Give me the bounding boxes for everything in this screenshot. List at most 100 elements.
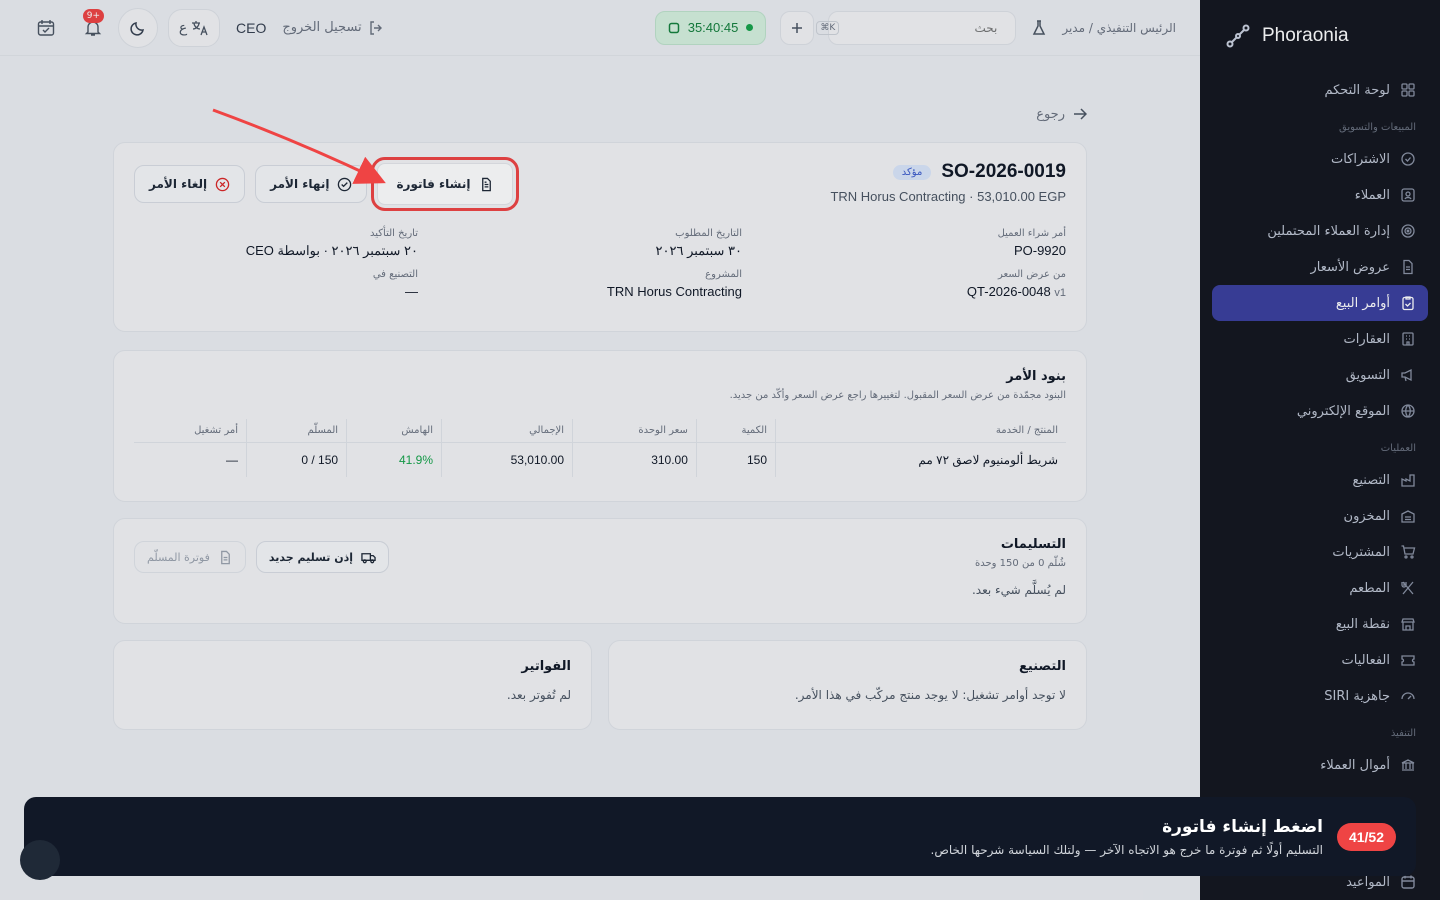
sidebar-item-7[interactable]: العقارات: [1212, 321, 1428, 357]
sidebar-item-6[interactable]: أوامر البيع: [1212, 285, 1428, 321]
meta-field: المشروع TRN Horus Contracting: [458, 269, 742, 299]
empty-state: لم تُفوتر بعد.: [506, 688, 571, 702]
clipboard-icon: [1402, 296, 1414, 311]
sidebar-item-5[interactable]: عروض الأسعار: [1212, 249, 1428, 285]
assistant-button[interactable]: [20, 840, 60, 880]
column-header: المسلّم: [246, 419, 347, 443]
add-button[interactable]: [780, 10, 815, 45]
timer-status-dot: [746, 24, 754, 31]
create-invoice-label: إنشاء فاتورة: [396, 177, 471, 191]
meta-key: التاريخ المطلوب: [675, 228, 742, 239]
sidebar-item-14[interactable]: المطعم: [1212, 570, 1428, 606]
meta-value-text: PO-9920: [1013, 243, 1066, 258]
brand[interactable]: Phoraonia: [1200, 0, 1440, 72]
sidebar-item-9[interactable]: الموقع الإلكتروني: [1212, 393, 1428, 429]
section-subtitle: البنود مجمّدة من عرض السعر المقبول. لتغي…: [729, 390, 1066, 401]
sidebar-item-label: إدارة العملاء المحتملين: [1267, 223, 1390, 239]
translate-icon: [192, 20, 208, 35]
cancel-order-button[interactable]: إلغاء الأمر: [134, 165, 246, 203]
new-delivery-button[interactable]: إذن تسليم جديد: [255, 541, 390, 573]
shortcut-hint: K⌘: [816, 20, 840, 35]
invoices-card: الفواتير لم تُفوتر بعد.: [113, 640, 592, 730]
globe-icon: [1401, 404, 1415, 418]
meta-value-text: QT-2026-0048: [966, 284, 1051, 299]
sidebar-item-2[interactable]: الاشتراكات: [1212, 141, 1428, 177]
status-badge: مؤكد: [892, 164, 932, 180]
sidebar-item-17[interactable]: جاهزية SIRI: [1212, 678, 1428, 714]
sidebar-item-15[interactable]: نقطة البيع: [1212, 606, 1428, 642]
order-lines-table: المنتج / الخدمة الكمية سعر الوحدة الإجمالي ا…: [134, 419, 1066, 477]
logout-button[interactable]: تسجيل الخروج: [282, 20, 383, 36]
language-label: ع: [178, 19, 188, 36]
sidebar: Phoraonia لوحة التحكم المبيعات والتسويق ال…: [1200, 0, 1440, 900]
sidebar-item-label: الفعاليات: [1341, 652, 1390, 668]
file-icon: [220, 550, 230, 564]
order-actions: إلغاء الأمر إنهاء الأمر إنشاء فاتورة: [134, 157, 519, 211]
timer-widget[interactable]: 35:40:45: [654, 10, 767, 45]
sidebar-item-label: جاهزية SIRI: [1324, 688, 1390, 704]
sidebar-item-3[interactable]: العملاء: [1212, 177, 1428, 213]
meta-value: TRN Horus Contracting: [458, 284, 742, 299]
sidebar-item-11[interactable]: التصنيع: [1212, 462, 1428, 498]
arrow-right-icon: [1074, 108, 1087, 120]
check-circle-icon: [338, 177, 352, 191]
sidebar-item-16[interactable]: الفعاليات: [1212, 642, 1428, 678]
logo-icon: [1226, 24, 1250, 48]
back-link[interactable]: رجوع: [113, 104, 1087, 124]
sidebar-item-13[interactable]: المشتريات: [1212, 534, 1428, 570]
table-row[interactable]: شريط ألومنيوم لاصق ٧٢ مم 150 310.00 53,010.…: [134, 442, 1066, 477]
sidebar-nav: لوحة التحكم المبيعات والتسويق الاشتراكات ال…: [1200, 72, 1440, 783]
notifications-badge: +9: [82, 8, 104, 23]
breadcrumb: الرئيس التنفيذي / مدير: [1062, 20, 1176, 35]
sidebar-item-8[interactable]: التسويق: [1212, 357, 1428, 393]
calendar-icon: [1401, 875, 1415, 889]
brand-name: Phoraonia: [1262, 25, 1349, 46]
user-name[interactable]: CEO: [236, 20, 266, 36]
column-header: سعر الوحدة: [572, 419, 697, 443]
create-invoice-button[interactable]: إنشاء فاتورة: [371, 157, 519, 211]
search-input[interactable]: [847, 20, 998, 35]
sidebar-item-label: المخزون: [1343, 508, 1390, 524]
file-icon: [1403, 259, 1413, 275]
column-header: الهامش: [346, 419, 442, 443]
meta-value: ٢٠ سبتمبر ٢٠٢٦ · بواسطة CEO: [134, 243, 418, 259]
sidebar-item-label: التصنيع: [1352, 472, 1390, 488]
sidebar-item-0[interactable]: لوحة التحكم: [1212, 72, 1428, 108]
moon-icon: [130, 21, 144, 36]
factory-icon: [1401, 474, 1415, 487]
flask-icon[interactable]: [1030, 19, 1048, 37]
grid-icon: [1401, 83, 1415, 97]
sidebar-group-label: العمليات: [1380, 443, 1416, 454]
column-header: المنتج / الخدمة: [775, 419, 1066, 443]
file-text-icon: [481, 177, 491, 191]
sidebar-item-4[interactable]: إدارة العملاء المحتملين: [1212, 213, 1428, 249]
meta-key: أمر شراء العميل: [997, 228, 1066, 239]
sidebar-item-19[interactable]: أموال العملاء: [1212, 747, 1428, 783]
meta-value-text: ٢٠ سبتمبر ٢٠٢٦ · بواسطة CEO: [245, 243, 418, 258]
sidebar-item-label: العملاء: [1354, 187, 1390, 203]
timer-value: 35:40:45: [687, 20, 739, 35]
search-box[interactable]: K⌘: [816, 10, 1017, 45]
contacts-icon: [1401, 188, 1415, 202]
empty-state: لم يُسلَّم شيء بعد.: [971, 583, 1066, 597]
notifications-button[interactable]: +9: [78, 8, 108, 45]
gauge-icon: [1401, 692, 1415, 700]
sidebar-item-label: المشتريات: [1332, 544, 1390, 560]
finish-order-button[interactable]: إنهاء الأمر: [255, 165, 368, 203]
bank-icon: [1401, 759, 1415, 771]
column-header: الإجمالي: [441, 419, 573, 443]
invoice-delivered-button[interactable]: فوترة المسلّم: [134, 541, 246, 573]
logout-icon: [369, 20, 382, 35]
sidebar-item-label: عروض الأسعار: [1310, 259, 1391, 275]
language-toggle[interactable]: ع: [168, 8, 220, 47]
table-cell: 53,010.00: [441, 442, 573, 477]
new-delivery-label: إذن تسليم جديد: [268, 550, 354, 564]
sidebar-item-12[interactable]: المخزون: [1212, 498, 1428, 534]
column-header: الكمية: [695, 419, 776, 443]
calendar-check-icon[interactable]: [36, 18, 56, 38]
warehouse-icon: [1401, 510, 1415, 523]
theme-toggle[interactable]: [118, 7, 158, 48]
cart-icon: [1401, 545, 1416, 559]
target-icon: [1401, 224, 1415, 238]
check-circle-icon: [1401, 152, 1415, 166]
